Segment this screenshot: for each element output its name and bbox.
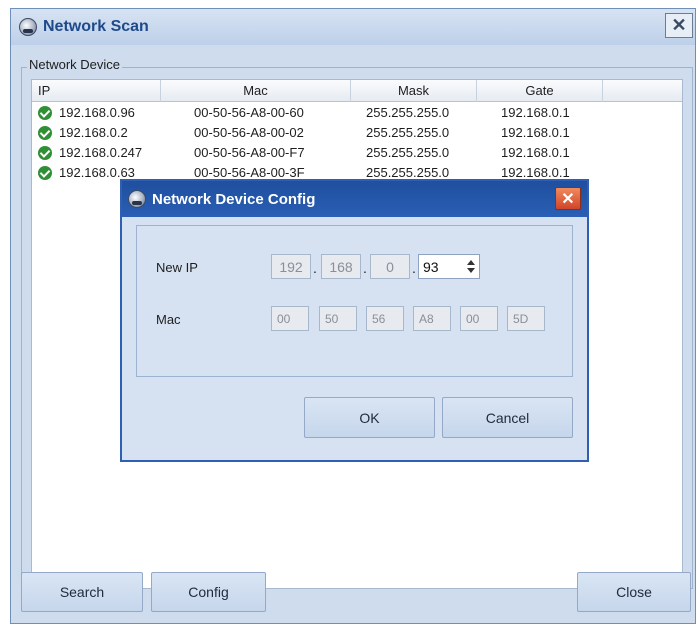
dialog-panel: New IP 192 . 168 . 0 . 93 Mac 00 50 56 A… — [136, 225, 573, 377]
close-icon[interactable]: ✕ — [665, 13, 693, 38]
row-mac: 00-50-56-A8-00-F7 — [194, 145, 305, 160]
table-row[interactable]: 192.168.0.247 00-50-56-A8-00-F7 255.255.… — [32, 143, 682, 163]
table-row[interactable]: 192.168.0.96 00-50-56-A8-00-60 255.255.2… — [32, 103, 682, 123]
ip-octet-4-stepper[interactable]: 93 — [418, 254, 480, 279]
ip-octet-1[interactable]: 192 — [271, 254, 311, 279]
config-button[interactable]: Config — [151, 572, 266, 612]
row-gate: 192.168.0.1 — [501, 145, 570, 160]
mac-octet-4[interactable]: A8 — [413, 306, 451, 331]
row-mask: 255.255.255.0 — [366, 145, 450, 160]
check-icon — [38, 126, 52, 140]
row-mac: 00-50-56-A8-00-02 — [194, 125, 304, 140]
spin-up-icon[interactable] — [467, 260, 475, 265]
mac-octet-2[interactable]: 50 — [319, 306, 357, 331]
close-button[interactable]: Close — [577, 572, 691, 612]
new-ip-label: New IP — [156, 260, 198, 275]
mac-label: Mac — [156, 312, 181, 327]
row-ip: 192.168.0.2 — [59, 125, 128, 140]
ip-separator: . — [412, 260, 416, 276]
check-icon — [38, 106, 52, 120]
mac-octet-1[interactable]: 00 — [271, 306, 309, 331]
column-header-ip[interactable]: IP — [32, 80, 161, 102]
row-gate: 192.168.0.1 — [501, 105, 570, 120]
spinner[interactable] — [466, 257, 476, 276]
ip-separator: . — [363, 260, 367, 276]
close-icon[interactable]: ✕ — [555, 187, 581, 210]
table-row[interactable]: 192.168.0.2 00-50-56-A8-00-02 255.255.25… — [32, 123, 682, 143]
mac-octet-3[interactable]: 56 — [366, 306, 404, 331]
check-icon — [38, 166, 52, 180]
column-header-empty — [603, 80, 683, 102]
main-window-title: Network Scan — [43, 18, 149, 35]
ip-octet-3[interactable]: 0 — [370, 254, 410, 279]
main-titlebar[interactable]: Network Scan ✕ — [11, 9, 695, 45]
search-button[interactable]: Search — [21, 572, 143, 612]
check-icon — [38, 146, 52, 160]
dialog-titlebar[interactable]: Network Device Config ✕ — [122, 181, 587, 217]
app-icon — [19, 18, 37, 36]
ip-separator: . — [313, 260, 317, 276]
ok-button[interactable]: OK — [304, 397, 435, 438]
row-mask: 255.255.255.0 — [366, 125, 450, 140]
network-device-config-dialog: Network Device Config ✕ New IP 192 . 168… — [120, 179, 589, 462]
row-ip: 192.168.0.247 — [59, 145, 143, 160]
ip-octet-2[interactable]: 168 — [321, 254, 361, 279]
dialog-title: Network Device Config — [152, 191, 316, 208]
mac-octet-5[interactable]: 00 — [460, 306, 498, 331]
spin-down-icon[interactable] — [467, 268, 475, 273]
column-header-gate[interactable]: Gate — [477, 80, 603, 102]
column-header-mac[interactable]: Mac — [161, 80, 351, 102]
mac-octet-6[interactable]: 5D — [507, 306, 545, 331]
row-ip: 192.168.0.96 — [59, 105, 135, 120]
app-icon — [128, 190, 146, 208]
column-header-mask[interactable]: Mask — [351, 80, 477, 102]
cancel-button[interactable]: Cancel — [442, 397, 573, 438]
ip-octet-4-value: 93 — [423, 258, 439, 275]
list-header: IP Mac Mask Gate — [32, 80, 682, 102]
row-mac: 00-50-56-A8-00-60 — [194, 105, 304, 120]
row-gate: 192.168.0.1 — [501, 125, 570, 140]
row-mask: 255.255.255.0 — [366, 105, 450, 120]
group-label: Network Device — [27, 57, 123, 72]
